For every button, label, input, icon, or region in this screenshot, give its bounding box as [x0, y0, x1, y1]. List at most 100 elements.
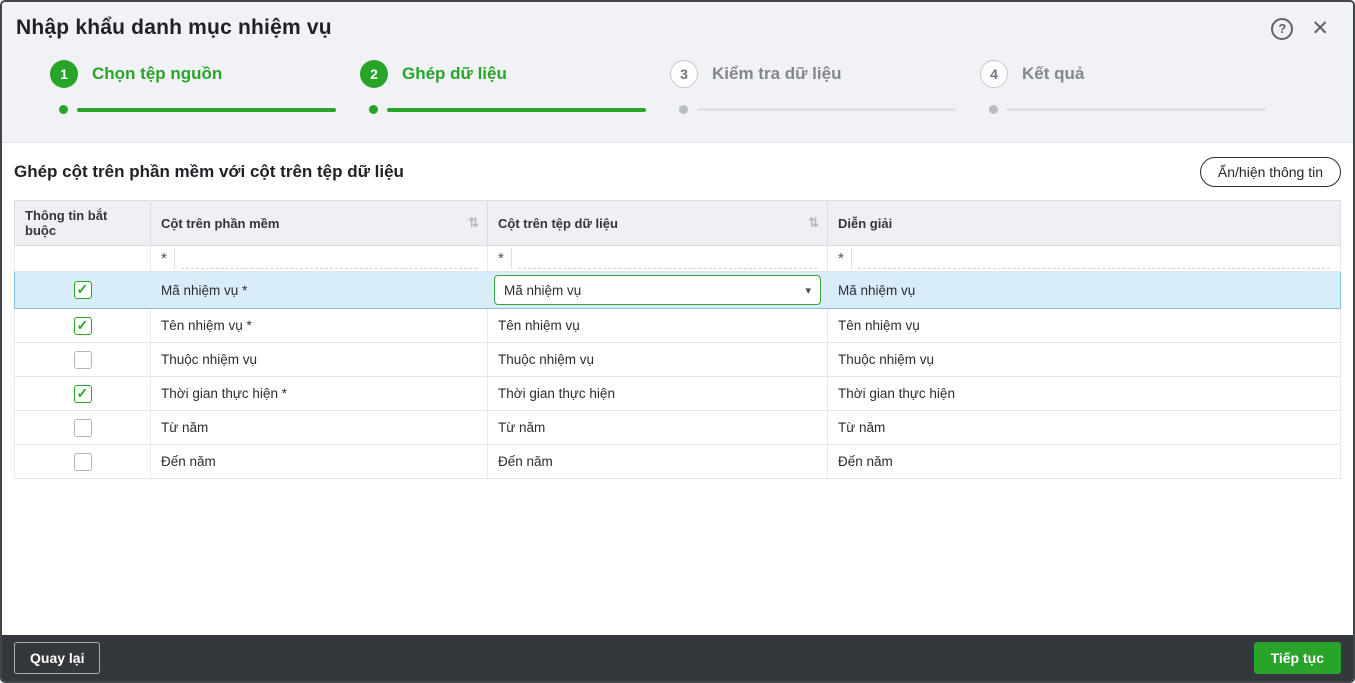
wizard-stepper: 1 Chọn tệp nguồn 2 Ghép dữ liệu 3 Kiểm tra dữ…	[50, 60, 1337, 142]
title-row: Nhập khẩu danh mục nhiệm vụ ? ✕	[16, 16, 1337, 40]
step-header: 2 Ghép dữ liệu	[360, 60, 670, 88]
table-header-row: Thông tin bắt buộc Cột trên phần mềm ⇅ C…	[15, 201, 1341, 246]
file-column-dropdown[interactable]: Mã nhiệm vụ ▾	[494, 275, 821, 305]
required-cell	[15, 411, 151, 445]
step-label: Kết quả	[1022, 64, 1084, 84]
file-column-cell[interactable]: Tên nhiệm vụ	[488, 309, 828, 343]
import-wizard-dialog: Nhập khẩu danh mục nhiệm vụ ? ✕ 1 Chọn tệ…	[0, 0, 1355, 683]
section-title: Ghép cột trên phần mềm với cột trên tệp …	[14, 162, 404, 182]
required-cell	[15, 309, 151, 343]
table-row[interactable]: Từ nămTừ nămTừ năm	[15, 411, 1341, 445]
step-header: 1 Chọn tệp nguồn	[50, 60, 360, 88]
software-column-cell: Từ năm	[151, 411, 488, 445]
step-progress-track	[50, 105, 360, 114]
dialog-header: Nhập khẩu danh mục nhiệm vụ ? ✕ 1 Chọn tệ…	[2, 2, 1353, 142]
step-number-badge: 2	[360, 60, 388, 88]
filter-cell-file: *	[488, 246, 828, 272]
back-button[interactable]: Quay lại	[14, 642, 100, 674]
step-label: Chọn tệp nguồn	[92, 64, 222, 84]
filter-input-description[interactable]	[858, 248, 1330, 269]
step-progress-dot	[989, 105, 998, 114]
software-column-cell: Tên nhiệm vụ *	[151, 309, 488, 343]
description-cell: Thời gian thực hiện	[828, 377, 1341, 411]
filter-operator-icon[interactable]: *	[838, 248, 852, 269]
filter-cell-required	[15, 246, 151, 272]
step-progress-dot	[59, 105, 68, 114]
column-header-description: Diễn giải	[828, 201, 1341, 246]
step-header: 4 Kết quả	[980, 60, 1290, 88]
stepper-step-1: 1 Chọn tệp nguồn	[50, 60, 360, 114]
filter-row: * * *	[15, 246, 1341, 272]
filter-cell-description: *	[828, 246, 1341, 272]
stepper-step-4: 4 Kết quả	[980, 60, 1290, 114]
step-number-badge: 3	[670, 60, 698, 88]
step-label: Kiểm tra dữ liệu	[712, 64, 841, 84]
step-progress-bar	[77, 108, 336, 112]
description-cell: Mã nhiệm vụ	[828, 272, 1341, 309]
close-icon[interactable]: ✕	[1311, 18, 1329, 40]
step-progress-bar	[387, 108, 646, 112]
file-column-cell[interactable]: Từ năm	[488, 411, 828, 445]
file-column-cell[interactable]: Thời gian thực hiện	[488, 377, 828, 411]
column-header-label: Thông tin bắt buộc	[25, 208, 107, 238]
table-row[interactable]: Mã nhiệm vụ * Mã nhiệm vụ ▾ Mã nhiệm vụ	[15, 272, 1341, 309]
filter-input-software[interactable]	[181, 248, 477, 269]
step-progress-track	[670, 105, 980, 114]
filter-operator-icon[interactable]: *	[161, 248, 175, 269]
software-column-cell: Đến năm	[151, 445, 488, 479]
checkbox-checked-icon[interactable]	[74, 281, 92, 299]
table-row[interactable]: Tên nhiệm vụ *Tên nhiệm vụTên nhiệm vụ	[15, 309, 1341, 343]
column-header-software: Cột trên phần mềm ⇅	[151, 201, 488, 246]
step-progress-bar	[697, 108, 956, 111]
column-header-required: Thông tin bắt buộc	[15, 201, 151, 246]
table-row[interactable]: Thời gian thực hiện *Thời gian thực hiện…	[15, 377, 1341, 411]
table-row[interactable]: Đến nămĐến nămĐến năm	[15, 445, 1341, 479]
step-progress-track	[360, 105, 670, 114]
continue-button[interactable]: Tiếp tục	[1254, 642, 1341, 674]
filter-input-file[interactable]	[518, 248, 817, 269]
filter-operator-icon[interactable]: *	[498, 248, 512, 269]
step-number-badge: 1	[50, 60, 78, 88]
software-column-cell: Thời gian thực hiện *	[151, 377, 488, 411]
required-cell	[15, 445, 151, 479]
dropdown-selected-value: Mã nhiệm vụ	[504, 283, 581, 298]
required-cell	[15, 343, 151, 377]
column-header-label: Cột trên phần mềm	[161, 216, 279, 231]
step-header: 3 Kiểm tra dữ liệu	[670, 60, 980, 88]
stepper-step-2: 2 Ghép dữ liệu	[360, 60, 670, 114]
sort-icon[interactable]: ⇅	[468, 215, 479, 231]
software-column-cell: Mã nhiệm vụ *	[151, 272, 488, 309]
column-header-label: Diễn giải	[838, 216, 892, 231]
software-column-cell: Thuộc nhiệm vụ	[151, 343, 488, 377]
table-row[interactable]: Thuộc nhiệm vụThuộc nhiệm vụThuộc nhiệm …	[15, 343, 1341, 377]
description-cell: Tên nhiệm vụ	[828, 309, 1341, 343]
checkbox-checked-icon[interactable]	[74, 385, 92, 403]
file-column-cell[interactable]: Mã nhiệm vụ ▾	[488, 272, 828, 309]
checkbox-unchecked-icon[interactable]	[74, 351, 92, 369]
dialog-footer: Quay lại Tiếp tục	[2, 635, 1353, 681]
content-area: Ghép cột trên phần mềm với cột trên tệp …	[2, 142, 1353, 635]
required-cell	[15, 377, 151, 411]
file-column-cell[interactable]: Thuộc nhiệm vụ	[488, 343, 828, 377]
file-column-cell[interactable]: Đến năm	[488, 445, 828, 479]
step-label: Ghép dữ liệu	[402, 64, 507, 84]
step-number-badge: 4	[980, 60, 1008, 88]
toggle-info-button[interactable]: Ẩn/hiện thông tin	[1200, 157, 1341, 187]
help-icon[interactable]: ?	[1271, 18, 1293, 40]
checkbox-unchecked-icon[interactable]	[74, 453, 92, 471]
chevron-down-icon[interactable]: ▾	[805, 284, 811, 297]
column-header-file: Cột trên tệp dữ liệu ⇅	[488, 201, 828, 246]
sort-icon[interactable]: ⇅	[808, 215, 819, 231]
page-title: Nhập khẩu danh mục nhiệm vụ	[16, 16, 332, 40]
step-progress-dot	[679, 105, 688, 114]
column-mapping-table: Thông tin bắt buộc Cột trên phần mềm ⇅ C…	[14, 200, 1341, 479]
checkbox-unchecked-icon[interactable]	[74, 419, 92, 437]
description-cell: Đến năm	[828, 445, 1341, 479]
description-cell: Từ năm	[828, 411, 1341, 445]
section-header: Ghép cột trên phần mềm với cột trên tệp …	[14, 157, 1341, 187]
filter-cell-software: *	[151, 246, 488, 272]
checkbox-checked-icon[interactable]	[74, 317, 92, 335]
step-progress-track	[980, 105, 1290, 114]
stepper-step-3: 3 Kiểm tra dữ liệu	[670, 60, 980, 114]
step-progress-dot	[369, 105, 378, 114]
